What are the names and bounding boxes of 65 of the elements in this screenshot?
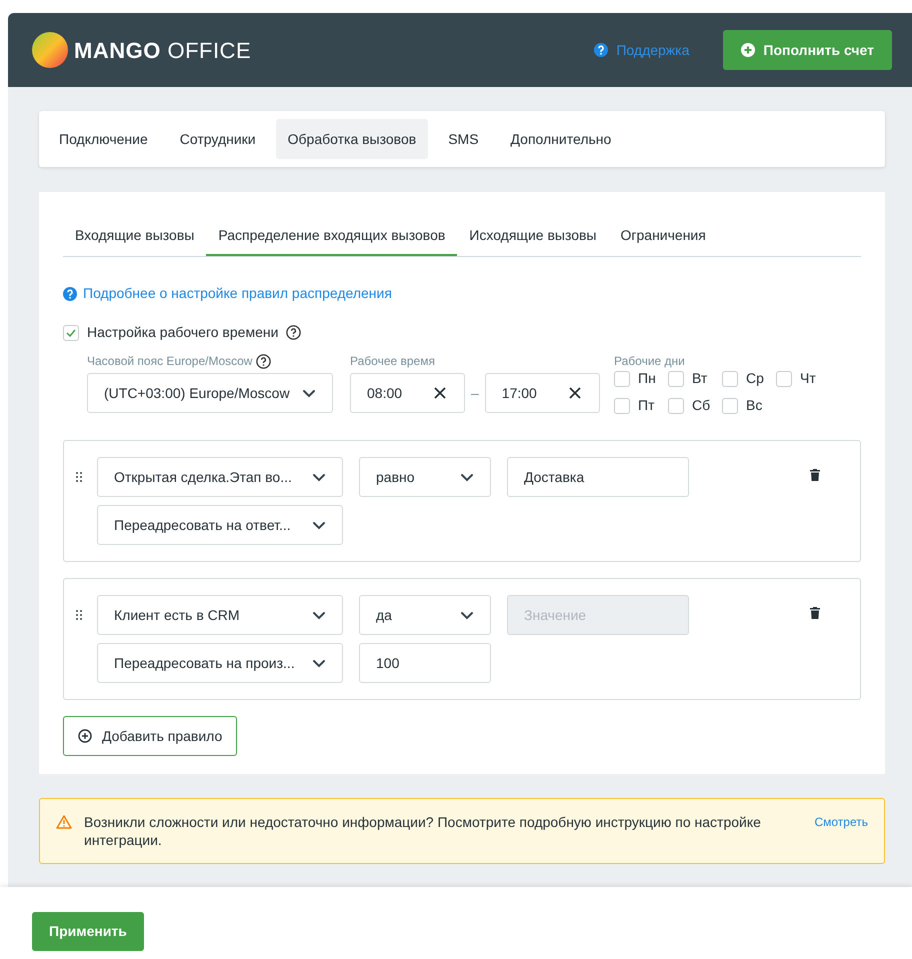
plus-icon <box>78 729 92 743</box>
sub-tab[interactable]: Ограничения <box>608 216 718 256</box>
day-label: Сб <box>692 396 710 415</box>
chevron-down-icon <box>312 472 326 482</box>
sub-tab[interactable]: Исходящие вызовы <box>457 216 608 256</box>
field-label: Рабочие дни <box>614 353 685 370</box>
logo-icon <box>32 32 68 68</box>
main-tab[interactable]: Подключение <box>47 119 160 159</box>
main-tab[interactable]: Дополнительно <box>498 119 624 159</box>
dash: – <box>471 384 479 402</box>
day-label: Ср <box>746 369 764 388</box>
checkbox[interactable] <box>722 370 738 386</box>
sub-tab[interactable]: Входящие вызовы <box>63 216 206 256</box>
time-field[interactable]: 17:00 <box>484 373 600 413</box>
chevron-down-icon <box>460 472 474 482</box>
logo-text: MANGO OFFICE <box>74 36 252 64</box>
work-time-label: Настройка рабочего времени <box>87 323 278 342</box>
day-label: Вт <box>692 369 708 388</box>
main-tab[interactable]: SMS <box>436 119 491 159</box>
help-link[interactable]: Подробнее о настройке правил распределения <box>83 283 392 304</box>
notice-text: Возникли сложности или недостаточно информации? Посмотрите подробную инструкцию по настройке интеграции. <box>84 813 762 849</box>
chevron-down-icon <box>312 520 326 530</box>
trash-icon[interactable] <box>810 607 820 619</box>
checkbox[interactable] <box>668 398 684 414</box>
day-label: Вс <box>746 396 762 415</box>
drag-handle-icon[interactable] <box>76 472 82 482</box>
clear-icon[interactable] <box>434 387 446 399</box>
chevron-down-icon <box>460 610 474 620</box>
day-label: Чт <box>800 369 816 388</box>
checkbox[interactable] <box>614 398 630 414</box>
clear-icon[interactable] <box>568 387 581 399</box>
plus-icon <box>741 43 756 57</box>
help-icon[interactable] <box>256 354 272 368</box>
help-icon[interactable] <box>594 43 608 57</box>
day-label: Пт <box>638 396 654 415</box>
chevron-down-icon <box>312 610 326 620</box>
text-field[interactable]: 100 <box>359 643 491 683</box>
checkbox[interactable] <box>614 370 630 386</box>
chevron-down-icon <box>302 388 316 398</box>
checkbox[interactable] <box>668 370 684 386</box>
main-tab[interactable]: Сотрудники <box>168 119 268 159</box>
day-label: Пн <box>638 369 656 388</box>
checkbox[interactable] <box>776 370 792 386</box>
dropdown[interactable]: равно <box>359 457 491 497</box>
timezone-dropdown[interactable]: (UTC+03:00) Europe/Moscow <box>87 373 333 413</box>
dropdown[interactable]: Переадресовать на произ... <box>97 643 343 683</box>
check-icon <box>66 328 76 336</box>
trash-icon[interactable] <box>810 469 820 481</box>
dropdown[interactable]: Клиент есть в CRM <box>97 595 343 635</box>
dropdown[interactable]: Переадресовать на ответ... <box>97 505 343 545</box>
warning-icon <box>56 815 72 829</box>
sub-tab[interactable]: Распределение входящих вызовов <box>206 216 458 256</box>
help-icon[interactable] <box>286 325 302 340</box>
main-tab[interactable]: Обработка вызовов <box>276 119 428 159</box>
field-label: Рабочее время <box>350 353 435 370</box>
text-field[interactable]: Доставка <box>507 457 689 497</box>
time-field[interactable]: 08:00 <box>350 373 465 413</box>
dropdown[interactable]: Открытая сделка.Этап во... <box>97 457 343 497</box>
add-rule-button[interactable]: Добавить правило <box>63 716 238 756</box>
checkbox[interactable] <box>722 398 738 414</box>
dropdown[interactable]: да <box>359 595 491 635</box>
chevron-down-icon <box>312 658 326 668</box>
checkbox[interactable] <box>63 324 79 340</box>
drag-handle-icon[interactable] <box>76 610 82 620</box>
field-label: Часовой пояс Europe/Moscow <box>87 353 252 370</box>
